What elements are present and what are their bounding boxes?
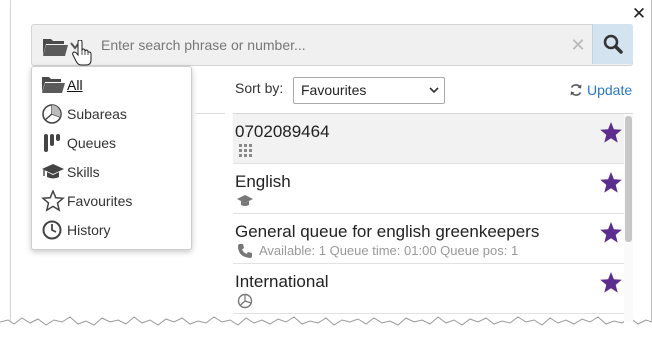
scope-item-label: Queues — [67, 135, 117, 151]
clock-icon — [42, 220, 62, 240]
result-title: English — [235, 172, 291, 191]
scope-item-label: All — [67, 77, 83, 93]
close-icon[interactable]: ✕ — [631, 5, 647, 22]
result-title: 0702089464 — [235, 122, 330, 141]
subareas-pie-icon — [42, 104, 62, 124]
scope-item-history[interactable]: History — [41, 218, 186, 242]
search-icon — [603, 34, 623, 54]
divider — [195, 113, 225, 114]
chevron-down-icon — [429, 87, 439, 94]
graduation-cap-icon — [237, 195, 253, 206]
sort-select-value: Favourites — [301, 82, 367, 98]
result-detail — [237, 193, 597, 209]
phone-icon — [238, 244, 252, 258]
clear-search-icon[interactable]: ✕ — [570, 36, 586, 54]
result-row[interactable]: General queue for english greenkeepers A… — [233, 214, 625, 264]
graduation-cap-icon — [42, 164, 64, 179]
scope-item-label: Skills — [67, 164, 100, 180]
result-title: General queue for english greenkeepers — [235, 222, 540, 241]
sort-select[interactable]: Favourites — [293, 77, 445, 104]
results-list: 0702089464 English General queue for eng… — [233, 113, 633, 326]
refresh-icon — [570, 84, 582, 96]
favourite-star-icon[interactable] — [599, 121, 623, 145]
favourite-star-icon[interactable] — [599, 171, 623, 195]
sort-label: Sort by: — [235, 80, 284, 96]
scope-item-queues[interactable]: Queues — [41, 131, 186, 155]
search-input[interactable] — [101, 33, 561, 57]
queues-icon — [44, 134, 60, 152]
result-row[interactable]: International — [233, 264, 625, 314]
scope-item-label: Favourites — [67, 193, 133, 209]
star-outline-icon — [41, 190, 65, 212]
result-row[interactable]: English — [233, 164, 625, 214]
hand-cursor-icon — [72, 40, 92, 66]
subareas-pie-icon — [237, 293, 253, 309]
result-title: International — [235, 272, 329, 291]
update-label: Update — [587, 82, 633, 98]
result-row[interactable]: 0702089464 — [233, 114, 625, 164]
scrollbar-thumb[interactable] — [625, 116, 632, 242]
search-button[interactable] — [592, 24, 633, 64]
favourite-star-icon[interactable] — [599, 271, 623, 295]
result-queue-status: Available: 1 Queue time: 01:00 Queue pos… — [259, 243, 519, 258]
folder-icon — [42, 77, 65, 93]
scope-item-all[interactable]: All — [41, 73, 186, 97]
scope-item-skills[interactable]: Skills — [41, 160, 186, 184]
scope-item-label: Subareas — [67, 106, 127, 122]
scope-item-favourites[interactable]: Favourites — [41, 189, 186, 213]
result-detail: Available: 1 Queue time: 01:00 Queue pos… — [237, 243, 597, 259]
favourite-star-icon[interactable] — [599, 221, 623, 245]
result-detail — [237, 293, 597, 309]
result-detail — [237, 143, 597, 159]
scope-item-subareas[interactable]: Subareas — [41, 102, 186, 126]
dialpad-icon — [239, 144, 252, 157]
scope-item-label: History — [67, 222, 111, 238]
